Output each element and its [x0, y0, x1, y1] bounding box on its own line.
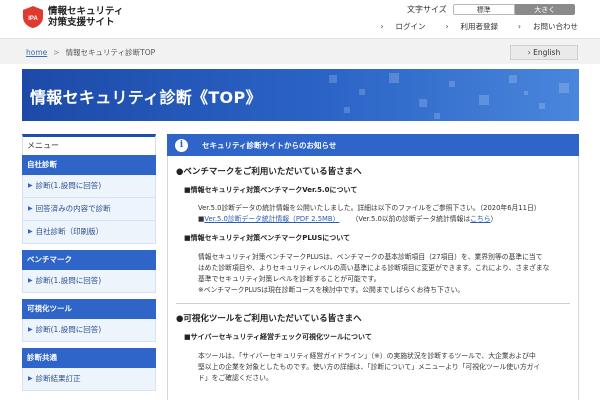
logo-text: 情報セキュリティ 対策支援サイト — [48, 6, 123, 28]
sidebar-item-label: 診断(1.設問に回答) — [35, 325, 102, 334]
login-link-label: ログイン — [395, 22, 426, 31]
sidebar-item-self-diagnose[interactable]: ▶ 診断(1.設問に回答) — [22, 175, 156, 198]
sidebar-item-diagnose-saved[interactable]: ▶ 回答済みの内容で診断 — [22, 198, 156, 221]
visualization-line2: 堅以上の企業を対象としたものです。使い方の詳細は、「診断について」メニューより「… — [198, 363, 541, 371]
section-divider — [176, 303, 570, 304]
breadcrumb: home > 情報セキュリティ診断TOP — [26, 47, 155, 58]
chevron-right-icon: ▶ — [28, 277, 33, 284]
logo-line1: 情報セキュリティ — [48, 6, 124, 17]
english-button-label: English — [533, 48, 561, 57]
chevron-right-icon: › — [380, 22, 384, 31]
chevron-right-icon: ▶ — [28, 326, 33, 333]
english-button[interactable]: › English — [510, 45, 578, 60]
register-link-label: 利用者登録 — [460, 22, 499, 31]
visualization-line1: 本ツールは、「サイバーセキュリティ経営ガイドライン」（※）の実施状況を診断するツ… — [198, 352, 536, 360]
sidebar-item-benchmark-diagnose[interactable]: ▶ 診断(1.設問に回答) — [22, 270, 156, 293]
chevron-right-icon: ▶ — [28, 205, 33, 212]
benchmark-plus-note: ※ベンチマークPLUSは現在診断コースを検討中です。公開までしばらくお待ち下さい… — [198, 286, 465, 294]
notice-header: i セキュリティ診断サイトからのお知らせ — [167, 134, 579, 156]
benchmark-plus-line3: 基準でセキュリティ対策レベルを診断することが可能です。 — [198, 275, 381, 283]
sidebar-item-label: 診断(1.設問に回答) — [35, 181, 102, 190]
header-links: › ログイン › 利用者登録 › お問い合わせ — [361, 21, 579, 32]
breadcrumb-current: 情報セキュリティ診断TOP — [65, 48, 156, 57]
ipa-shield-icon: IPA — [22, 5, 44, 29]
site-header: IPA 情報セキュリティ 対策支援サイト 文字サイズ 標準 大きく › ログイン … — [0, 0, 600, 38]
breadcrumb-bar: home > 情報セキュリティ診断TOP › English — [0, 38, 600, 64]
sidebar-menu: メニュー 自社診断 ▶ 診断(1.設問に回答) ▶ 回答済みの内容で診断 ▶ 自社診断… — [22, 134, 156, 391]
sidebar-category-benchmark: ベンチマーク — [22, 250, 156, 270]
banner-pattern — [329, 73, 569, 119]
login-link[interactable]: › ログイン — [371, 21, 426, 32]
breadcrumb-separator: > — [53, 48, 60, 57]
sidebar-item-label: 診断(1.設問に回答) — [35, 276, 102, 285]
page-banner: 情報セキュリティ診断《TOP》 — [22, 69, 579, 121]
logo-line2: 対策支援サイト — [48, 17, 115, 28]
chevron-right-icon: ▶ — [28, 375, 33, 382]
older-stats-pre: （Ver.5.0以前の診断データ統計情報は — [351, 215, 471, 223]
chevron-right-icon: › — [518, 22, 521, 31]
contact-link[interactable]: › お問い合わせ — [508, 21, 578, 32]
subsection-title-visualization-tool: ■サイバーセキュリティ経営チェック可視化ツールについて — [184, 333, 372, 341]
main-content: i セキュリティ診断サイトからのお知らせ ●ベンチマークをご利用いただいている皆… — [167, 134, 579, 400]
visualization-line3: ド」をご確認ください。 — [198, 374, 273, 382]
benchmark-plus-line1: 情報セキュリティ対策ベンチマークPLUSは、ベンチマークの基本診断項目（27項目… — [198, 253, 543, 261]
benchmark-v5-links: ■Ver.5.0診断データ統計情報（PDF 2.5MB） （Ver.5.0以前の… — [198, 214, 497, 225]
font-size-label: 文字サイズ — [407, 5, 447, 14]
sidebar-item-label: 回答済みの内容で診断 — [35, 204, 111, 213]
benchmark-v5-pdf-link[interactable]: Ver.5.0診断データ統計情報（PDF 2.5MB） — [204, 215, 339, 223]
benchmark-plus-line2: はめた診断項目や、よりセキュリティレベルの高い基準による診断項目に変更ができます… — [198, 264, 550, 272]
font-size-large-button[interactable]: 大きく — [514, 4, 575, 15]
sidebar-item-print-version[interactable]: ▶ 自社診断（印刷版） — [22, 221, 156, 244]
page-title: 情報セキュリティ診断《TOP》 — [30, 88, 262, 107]
sidebar-item-label: 診断結果訂正 — [35, 374, 81, 383]
info-icon: i — [175, 138, 188, 152]
page: IPA 情報セキュリティ 対策支援サイト 文字サイズ 標準 大きく › ログイン … — [0, 0, 600, 400]
notice-title: セキュリティ診断サイトからのお知らせ — [202, 140, 337, 150]
section-title-benchmark: ●ベンチマークをご利用いただいている皆さまへ — [176, 167, 362, 177]
chevron-right-icon: ▶ — [28, 228, 33, 235]
contact-link-label: お問い合わせ — [533, 22, 578, 31]
benchmark-v5-text: Ver.5.0診断データの統計情報を公開いたしました。詳細は以下のファイルをご参… — [198, 204, 541, 212]
font-size-standard-button[interactable]: 標準 — [452, 4, 515, 15]
site-logo[interactable]: IPA 情報セキュリティ 対策支援サイト — [22, 5, 123, 29]
section-title-visualization: ●可視化ツールをご利用いただいている皆さまへ — [176, 314, 362, 324]
notice-body: ●ベンチマークをご利用いただいている皆さまへ ■情報セキュリティ対策ベンチマーク… — [167, 156, 579, 400]
older-stats-link[interactable]: こちら — [470, 215, 490, 223]
font-size-switcher: 文字サイズ 標準 大きく — [407, 4, 575, 15]
sidebar-item-label: 自社診断（印刷版） — [35, 227, 104, 236]
breadcrumb-home-link[interactable]: home — [26, 48, 47, 57]
older-stats-post: ） — [490, 215, 498, 223]
svg-text:IPA: IPA — [28, 16, 38, 22]
chevron-right-icon: › — [445, 22, 449, 31]
sidebar-item-visualization-diagnose[interactable]: ▶ 診断(1.設問に回答) — [22, 319, 156, 342]
sidebar-heading: メニュー — [22, 134, 156, 155]
register-link[interactable]: › 利用者登録 — [436, 21, 499, 32]
subsection-title-benchmark-plus: ■情報セキュリティ対策ベンチマークPLUSについて — [184, 234, 351, 242]
sidebar-category-visualization: 可視化ツール — [22, 299, 156, 319]
chevron-right-icon: ▶ — [28, 182, 33, 189]
subsection-title-benchmark-v5: ■情報セキュリティ対策ベンチマークVer.5.0について — [184, 186, 358, 194]
sidebar-category-self-check: 自社診断 — [22, 155, 156, 175]
sidebar-item-result-correction[interactable]: ▶ 診断結果訂正 — [22, 368, 156, 391]
sidebar-category-common: 診断共通 — [22, 348, 156, 368]
